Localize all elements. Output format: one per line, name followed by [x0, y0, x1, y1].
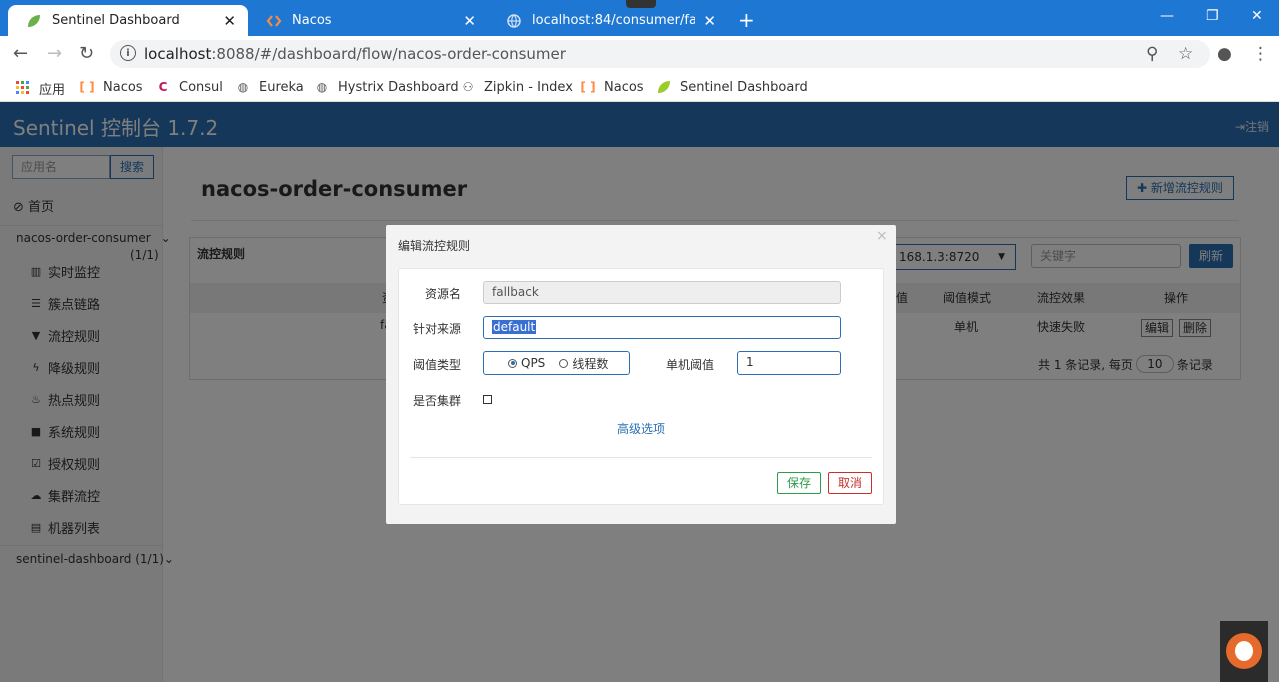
thread-label: 线程数 — [572, 356, 609, 371]
save-button[interactable]: 保存 — [777, 472, 821, 494]
bookmark-label: Hystrix Dashboard — [338, 79, 459, 95]
resource-name-field[interactable]: fallback — [483, 281, 841, 304]
cluster-mode-label: 是否集群 — [413, 394, 462, 408]
qps-label: QPS — [521, 356, 546, 370]
thread-radio[interactable] — [559, 358, 569, 368]
origin-field[interactable]: default — [483, 316, 841, 339]
new-tab-icon[interactable]: + — [738, 8, 755, 32]
bookmark-eureka[interactable]: ◍ Eureka — [235, 79, 304, 95]
bookmark-nacos-2[interactable]: [ ] Nacos — [580, 79, 644, 95]
resource-name-label: 资源名 — [425, 287, 462, 301]
origin-value-selected: default — [492, 320, 537, 334]
modal-title: 编辑流控规则 — [398, 239, 471, 253]
bookmark-hystrix[interactable]: ◍ Hystrix Dashboard — [314, 79, 459, 95]
globe-icon: ◍ — [316, 80, 328, 94]
leaf-icon — [26, 13, 42, 29]
cluster-mode-checkbox[interactable] — [483, 395, 492, 404]
modal-divider — [410, 457, 872, 458]
threshold-type-group: QPS 线程数 — [483, 351, 630, 375]
bookmark-zipkin[interactable]: ⚇ Zipkin - Index — [460, 79, 573, 95]
screen-recorder-widget[interactable] — [1220, 621, 1268, 682]
bookmark-label: Eureka — [259, 79, 304, 95]
tab-close-icon[interactable]: ✕ — [703, 12, 716, 30]
bookmark-label: 应用 — [39, 83, 66, 98]
bookmark-label: Nacos — [604, 79, 644, 95]
maximize-icon[interactable]: ❐ — [1206, 8, 1219, 24]
tab-localhost-consumer[interactable]: localhost:84/consumer/fallbac ✕ — [488, 5, 728, 36]
globe-icon: ◍ — [237, 80, 249, 94]
tab-sentinel-dashboard[interactable]: Sentinel Dashboard ✕ — [8, 5, 248, 36]
bookmark-nacos[interactable]: [ ] Nacos — [79, 79, 143, 95]
info-icon[interactable]: i — [120, 45, 136, 61]
bookmark-label: Sentinel Dashboard — [680, 79, 808, 95]
zipkin-icon: ⚇ — [462, 80, 474, 94]
apps-grid-icon — [15, 80, 31, 97]
tab-label: Sentinel Dashboard — [52, 13, 180, 28]
star-icon[interactable]: ☆ — [1178, 44, 1193, 64]
nacos-icon — [266, 13, 282, 29]
threshold-type-label: 阈值类型 — [413, 358, 462, 372]
origin-label: 针对来源 — [413, 322, 462, 336]
window-close-icon[interactable]: ✕ — [1251, 8, 1263, 24]
zoom-icon[interactable]: ⚲ — [1146, 44, 1158, 64]
tab-label: Nacos — [292, 13, 332, 28]
consul-icon: C — [158, 80, 168, 94]
tab-label: localhost:84/consumer/fallbac — [532, 13, 696, 28]
bookmark-consul[interactable]: C Consul — [155, 79, 223, 95]
menu-icon[interactable]: ⋮ — [1252, 44, 1269, 64]
reload-icon[interactable]: ↻ — [79, 43, 94, 64]
url-path: :8088/#/dashboard/flow/nacos-order-consu… — [211, 45, 566, 63]
minimize-icon[interactable]: — — [1160, 8, 1174, 24]
back-icon[interactable]: ← — [13, 43, 28, 64]
leaf-icon — [656, 79, 672, 95]
advanced-options-link[interactable]: 高级选项 — [617, 420, 665, 437]
cancel-button[interactable]: 取消 — [828, 472, 872, 494]
profile-icon[interactable]: ● — [1217, 44, 1232, 64]
nacos-icon: [ ] — [79, 80, 95, 94]
tab-close-icon[interactable]: ✕ — [223, 12, 236, 30]
single-threshold-field[interactable]: 1 — [737, 351, 841, 375]
url-host: localhost — [144, 45, 212, 63]
qps-radio[interactable] — [508, 358, 517, 368]
nacos-icon: [ ] — [580, 80, 596, 94]
bookmark-apps[interactable]: 应用 — [15, 79, 65, 98]
bookmark-sentinel[interactable]: Sentinel Dashboard — [656, 79, 808, 95]
bookmark-label: Consul — [179, 79, 223, 95]
close-icon[interactable]: × — [876, 228, 888, 244]
recorder-play-icon — [1235, 641, 1253, 661]
single-threshold-label: 单机阈值 — [666, 358, 715, 372]
url-text[interactable]: localhost:8088/#/dashboard/flow/nacos-or… — [144, 45, 566, 63]
tab-nacos[interactable]: Nacos ✕ — [248, 5, 488, 36]
bookmark-label: Zipkin - Index — [484, 79, 573, 95]
globe-icon — [506, 13, 522, 29]
bookmark-label: Nacos — [103, 79, 143, 95]
tab-close-icon[interactable]: ✕ — [463, 12, 476, 30]
forward-icon[interactable]: → — [47, 43, 62, 64]
